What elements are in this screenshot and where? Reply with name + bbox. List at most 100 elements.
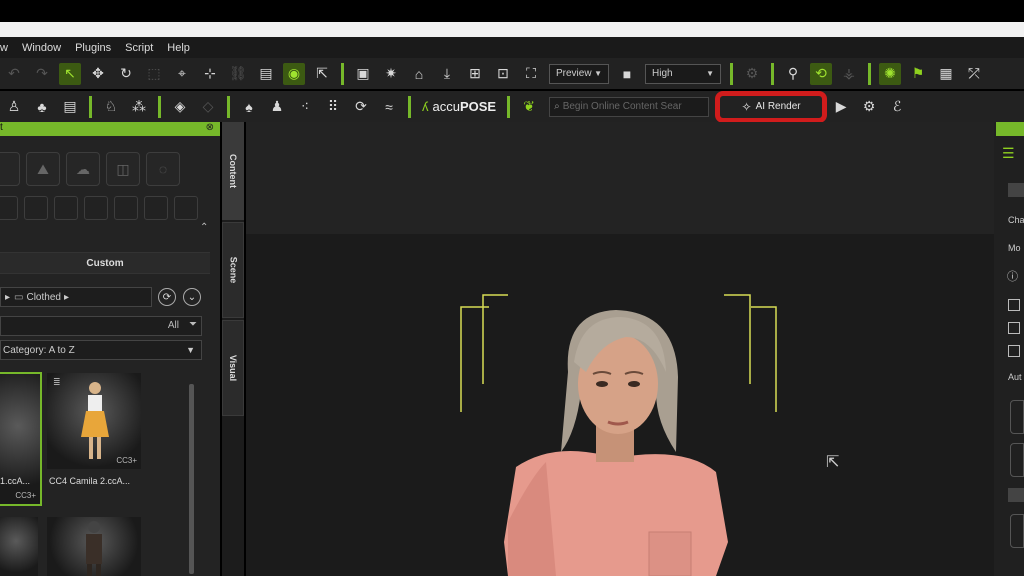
subcategory-tile[interactable] xyxy=(24,196,48,220)
subcategory-tile[interactable] xyxy=(114,196,138,220)
subcategory-tile[interactable] xyxy=(144,196,168,220)
subcategory-tile[interactable] xyxy=(174,196,198,220)
category-tile[interactable] xyxy=(0,152,20,186)
ai-render-button[interactable]: ✧ AI Render xyxy=(715,90,828,123)
diamond-icon[interactable]: ◈ xyxy=(169,96,191,118)
tab-scene[interactable]: Scene xyxy=(222,222,244,318)
rotate-tool-icon[interactable]: ↻ xyxy=(115,63,137,85)
sliders-icon[interactable]: ☰ xyxy=(1002,145,1015,162)
accupose-button[interactable]: ʎ accu POSE xyxy=(422,99,496,114)
chevron-down-icon[interactable]: ⌄ xyxy=(183,288,201,306)
menu-script[interactable]: Script xyxy=(119,42,161,54)
toolbar-separator xyxy=(89,95,92,118)
content-scrollbar[interactable] xyxy=(189,384,194,574)
sliders-icon[interactable]: ≈ xyxy=(378,96,400,118)
collapse-button[interactable] xyxy=(1008,488,1024,502)
actor-icon[interactable]: ♟ xyxy=(266,96,288,118)
plant-icon[interactable]: ❦ xyxy=(518,96,540,118)
crowd-icon[interactable]: ♠ xyxy=(238,96,260,118)
accupose-suffix: POSE xyxy=(459,99,497,114)
preview-select[interactable]: Preview ▼ xyxy=(549,63,609,84)
light-icon[interactable]: ✷ xyxy=(380,63,402,85)
layout-icon[interactable]: ▣ xyxy=(352,63,374,85)
content-search-input[interactable]: ⌕ Begin Online Content Sear xyxy=(549,96,710,117)
home-camera-icon[interactable]: ⌂ xyxy=(408,63,430,85)
menu-plugins[interactable]: Plugins xyxy=(69,42,119,54)
collapse-icon[interactable]: ⌃ xyxy=(200,222,208,233)
undo-icon[interactable]: ↶ xyxy=(3,63,25,85)
quality-select-label: High xyxy=(652,68,673,79)
refresh-icon[interactable]: ⟳ xyxy=(350,96,372,118)
info-icon[interactable]: ⓘ xyxy=(1007,268,1018,284)
move-tool-icon[interactable]: ✥ xyxy=(87,63,109,85)
3d-viewport[interactable] xyxy=(246,122,994,576)
content-thumbnail[interactable] xyxy=(47,517,141,576)
checkbox-checked[interactable] xyxy=(1008,345,1020,357)
link-icon[interactable]: ⛓ xyxy=(227,63,249,85)
settings-icon[interactable]: ⚙ xyxy=(858,96,880,118)
tab-content[interactable]: Content xyxy=(222,122,244,220)
content-thumbnail[interactable]: ≣ CC3+ xyxy=(47,373,141,469)
content-thumbnail[interactable] xyxy=(0,517,38,576)
grid-dots-icon[interactable]: ⠿ xyxy=(322,96,344,118)
palette-icon[interactable]: ◌ xyxy=(146,152,180,186)
hierarchy-icon[interactable]: ⚶ xyxy=(838,63,860,85)
tab-visual[interactable]: Visual xyxy=(222,320,244,416)
checkbox[interactable] xyxy=(1008,322,1020,334)
collapse-button[interactable] xyxy=(1008,183,1024,197)
menu-help[interactable]: Help xyxy=(161,42,198,54)
profile-icon[interactable]: ▤ xyxy=(59,96,81,118)
physics-icon[interactable]: ⚲ xyxy=(782,63,804,85)
custom-section-header[interactable]: Custom xyxy=(0,252,210,274)
fit-icon[interactable]: ⤓ xyxy=(436,63,458,85)
cloud-icon[interactable]: ☁ xyxy=(66,152,100,186)
nodes-icon[interactable]: ⁖ xyxy=(294,96,316,118)
video-export-icon[interactable]: ▶ xyxy=(830,96,852,118)
align-icon[interactable]: ▤ xyxy=(255,63,277,85)
toolbar-separator xyxy=(507,95,511,118)
select-tool-icon[interactable]: ↖ xyxy=(59,62,81,85)
diamond-disabled-icon[interactable]: ◇ xyxy=(197,96,219,118)
person-icon[interactable]: ♙ xyxy=(3,96,25,118)
transform-icon[interactable]: ⤱ xyxy=(963,63,985,85)
attach-icon[interactable]: ⇱ xyxy=(311,63,333,85)
checkbox[interactable] xyxy=(1008,299,1020,311)
sort-select[interactable]: Category: A to Z ▼ xyxy=(0,340,202,360)
scale-tool-icon[interactable]: ⬚ xyxy=(143,63,165,85)
zoom-extents-icon[interactable]: ⛶ xyxy=(520,63,542,85)
render-settings-icon[interactable]: ⚙ xyxy=(741,63,763,85)
chevron-down-icon: ▼ xyxy=(594,69,602,78)
group-icon[interactable]: ♣ xyxy=(31,96,53,118)
refresh-icon[interactable]: ⟳ xyxy=(158,288,176,306)
footprint-icon[interactable]: ⁂ xyxy=(128,96,150,118)
plugin-icon[interactable]: ℰ xyxy=(886,96,908,118)
menu-window[interactable]: Window xyxy=(16,42,69,54)
subcategory-tile[interactable] xyxy=(54,196,78,220)
character-settings-icon[interactable]: ✺ xyxy=(879,62,901,85)
close-icon[interactable]: ⊗ xyxy=(206,122,214,133)
panel-button[interactable] xyxy=(1010,443,1024,477)
clipboard-icon[interactable]: ▦ xyxy=(935,63,957,85)
landscape-icon[interactable]: ⛰ xyxy=(26,152,60,186)
shapes-icon[interactable]: ◫ xyxy=(106,152,140,186)
grid-view-icon[interactable]: ⊡ xyxy=(492,63,514,85)
camera-icon[interactable]: ■ xyxy=(616,63,638,85)
snap-icon[interactable]: ⊹ xyxy=(199,63,221,85)
frame-icon[interactable]: ⊞ xyxy=(464,63,486,85)
subcategory-tile[interactable] xyxy=(84,196,108,220)
ai-render-label: AI Render xyxy=(755,101,801,112)
walk-icon[interactable]: ♘ xyxy=(100,96,122,118)
folder-breadcrumb[interactable]: ▸ ▭ Clothed ▸ xyxy=(0,287,152,307)
eye-icon[interactable]: ◉ xyxy=(283,62,305,85)
filter-input[interactable]: All ⏷ xyxy=(0,316,202,336)
redo-icon[interactable]: ↷ xyxy=(31,63,53,85)
flag-icon[interactable]: ⚑ xyxy=(907,63,929,85)
quality-select[interactable]: High ▼ xyxy=(645,63,721,84)
panel-button[interactable] xyxy=(1010,514,1024,548)
subcategory-tile[interactable] xyxy=(0,196,18,220)
panel-button[interactable] xyxy=(1010,400,1024,434)
funnel-icon[interactable]: ⏷ xyxy=(189,319,197,330)
pick-parent-icon[interactable]: ⌖ xyxy=(171,63,193,85)
motion-path-icon[interactable]: ⟲ xyxy=(810,62,832,85)
menu-view[interactable]: w xyxy=(0,42,16,54)
